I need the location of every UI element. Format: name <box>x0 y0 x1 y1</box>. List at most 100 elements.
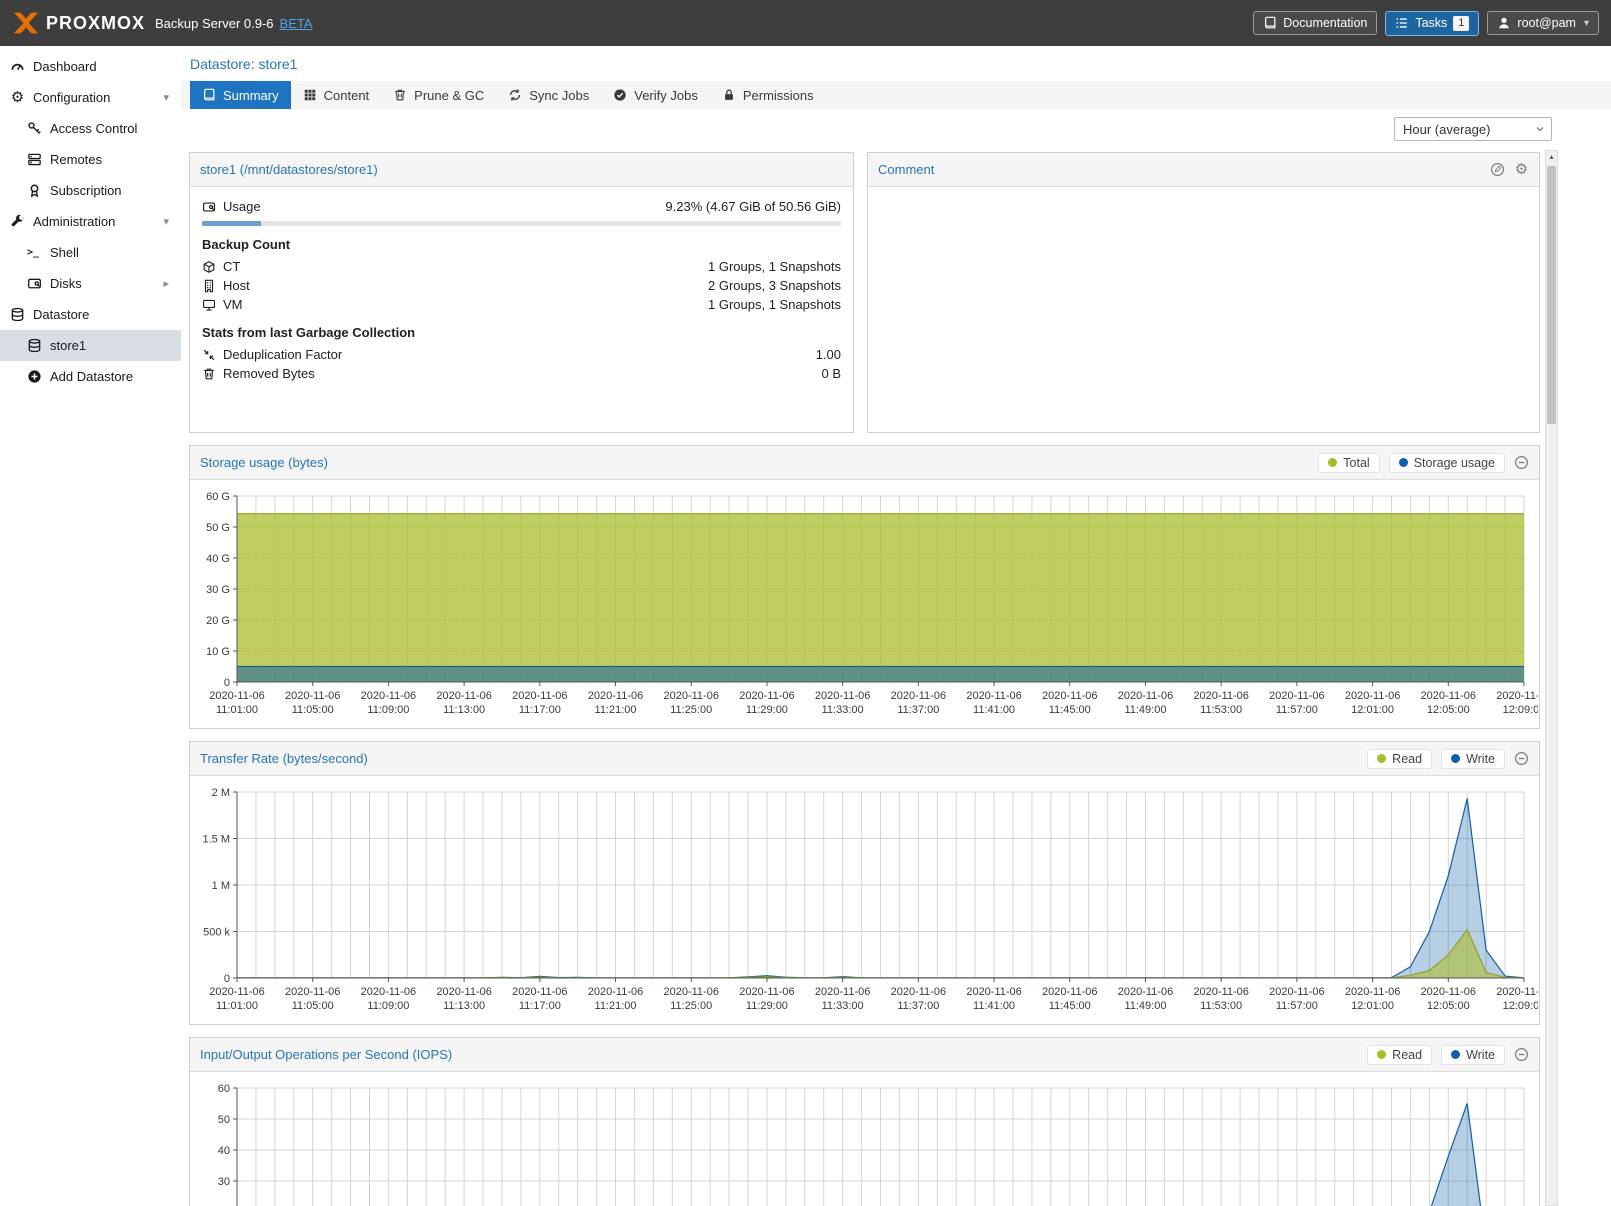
terminal-icon: >_ <box>27 245 42 260</box>
scroll-thumb[interactable] <box>1547 166 1556 424</box>
svg-text:30: 30 <box>218 1176 230 1188</box>
vm-row: VM 1 Groups, 1 Snapshots <box>202 295 841 314</box>
subscription-icon <box>27 183 42 198</box>
vm-label: VM <box>223 297 243 312</box>
panel-header: store1 (/mnt/datastores/store1) <box>190 153 853 187</box>
book-icon <box>202 88 216 102</box>
sidebar-label: Add Datastore <box>50 369 133 384</box>
legend-write[interactable]: Write <box>1441 1045 1505 1065</box>
svg-text:0: 0 <box>224 973 230 985</box>
compress-arrows-icon <box>202 348 216 362</box>
vm-value: 1 Groups, 1 Snapshots <box>708 297 841 312</box>
sidebar-item-subscription[interactable]: Subscription <box>0 175 181 206</box>
svg-text:2020-11-06: 2020-11-06 <box>1118 986 1173 998</box>
tab-content[interactable]: Content <box>291 81 382 109</box>
tab-sync-jobs[interactable]: Sync Jobs <box>496 81 601 109</box>
edit-comment-icon[interactable] <box>1490 162 1505 177</box>
storage-usage-panel: Storage usage (bytes) Total Storage usag… <box>189 445 1540 729</box>
time-range-select[interactable]: Hour (average) <box>1394 117 1552 141</box>
legend-total[interactable]: Total <box>1318 453 1379 473</box>
sidebar-item-shell[interactable]: >_ Shell <box>0 237 181 268</box>
documentation-button[interactable]: Documentation <box>1253 11 1377 35</box>
svg-text:11:01:00: 11:01:00 <box>216 1000 258 1012</box>
sidebar-label: Shell <box>50 245 79 260</box>
legend-read[interactable]: Read <box>1367 1045 1432 1065</box>
panel-header: Transfer Rate (bytes/second) Read Write <box>190 742 1539 776</box>
tab-permissions[interactable]: Permissions <box>710 81 826 109</box>
host-label: Host <box>223 278 250 293</box>
beta-link[interactable]: BETA <box>280 16 313 31</box>
collapse-panel-icon[interactable] <box>1514 1047 1529 1062</box>
sidebar: Dashboard ⚙ Configuration ▾ Access Contr… <box>0 46 181 1206</box>
vertical-scrollbar[interactable]: ▲ <box>1545 150 1558 1206</box>
collapse-panel-icon[interactable] <box>1514 455 1529 470</box>
legend-dot <box>1399 458 1408 467</box>
time-range-value: Hour (average) <box>1403 122 1490 137</box>
sync-icon <box>508 88 522 102</box>
tab-label: Verify Jobs <box>634 88 698 103</box>
cube-icon <box>202 260 216 274</box>
backup-count-header: Backup Count <box>202 237 841 252</box>
legend-read[interactable]: Read <box>1367 749 1432 769</box>
comment-content[interactable] <box>868 187 1539 207</box>
svg-text:12:09:00: 12:09:00 <box>1503 704 1538 716</box>
removed-bytes-value: 0 B <box>821 366 841 381</box>
user-label: root@pam <box>1517 16 1576 30</box>
svg-text:1 M: 1 M <box>212 880 230 892</box>
sidebar-label: Disks <box>50 276 82 291</box>
svg-text:11:49:00: 11:49:00 <box>1124 704 1166 716</box>
tab-summary[interactable]: Summary <box>190 81 291 109</box>
tab-label: Permissions <box>743 88 814 103</box>
sidebar-item-access-control[interactable]: Access Control <box>0 113 181 144</box>
sidebar-item-dashboard[interactable]: Dashboard <box>0 51 181 82</box>
svg-text:2020-11-06: 2020-11-06 <box>285 690 340 702</box>
sidebar-item-administration[interactable]: Administration ▾ <box>0 206 181 237</box>
legend-storage-usage[interactable]: Storage usage <box>1389 453 1505 473</box>
svg-text:2020-11-06: 2020-11-06 <box>285 986 340 998</box>
svg-text:2020-11-06: 2020-11-06 <box>891 690 946 702</box>
svg-text:2020-11-06: 2020-11-06 <box>1345 986 1400 998</box>
chevron-down-icon: ▾ <box>163 215 169 228</box>
svg-text:11:33:00: 11:33:00 <box>822 1000 864 1012</box>
legend-label: Read <box>1392 752 1422 766</box>
tab-verify-jobs[interactable]: Verify Jobs <box>601 81 710 109</box>
sidebar-label: Access Control <box>50 121 137 136</box>
svg-text:11:49:00: 11:49:00 <box>1124 1000 1166 1012</box>
sidebar-item-datastore[interactable]: Datastore <box>0 299 181 330</box>
legend-label: Write <box>1466 1048 1495 1062</box>
legend-write[interactable]: Write <box>1441 749 1505 769</box>
monitor-icon <box>202 298 216 312</box>
plus-circle-icon <box>27 369 42 384</box>
tab-prune-gc[interactable]: Prune & GC <box>381 81 496 109</box>
sidebar-item-store1[interactable]: store1 <box>0 330 181 361</box>
logo-text: PROXMOX <box>46 13 145 34</box>
sidebar-label: Subscription <box>50 183 122 198</box>
sidebar-item-remotes[interactable]: Remotes <box>0 144 181 175</box>
gear-icon[interactable]: ⚙ <box>1514 162 1529 177</box>
user-menu-button[interactable]: root@pam ▾ <box>1487 11 1599 35</box>
comment-panel: Comment ⚙ <box>867 152 1540 433</box>
sidebar-item-configuration[interactable]: ⚙ Configuration ▾ <box>0 82 181 113</box>
user-icon <box>1497 16 1511 30</box>
scroll-up-arrow[interactable]: ▲ <box>1546 151 1557 164</box>
svg-text:2020-11-06: 2020-11-06 <box>1042 690 1097 702</box>
tasks-button[interactable]: Tasks 1 <box>1385 11 1479 36</box>
svg-text:2020-11-06: 2020-11-06 <box>739 986 794 998</box>
svg-text:2020-11-06: 2020-11-06 <box>209 986 264 998</box>
svg-text:11:37:00: 11:37:00 <box>897 1000 939 1012</box>
sidebar-label: Datastore <box>33 307 89 322</box>
collapse-panel-icon[interactable] <box>1514 751 1529 766</box>
host-row: Host 2 Groups, 3 Snapshots <box>202 276 841 295</box>
svg-text:11:53:00: 11:53:00 <box>1200 704 1242 716</box>
sidebar-item-disks[interactable]: Disks ▸ <box>0 268 181 299</box>
chevron-down-icon <box>1535 124 1545 134</box>
svg-text:12:05:00: 12:05:00 <box>1427 704 1470 716</box>
ct-label: CT <box>223 259 240 274</box>
sidebar-item-add-datastore[interactable]: Add Datastore <box>0 361 181 392</box>
svg-text:11:17:00: 11:17:00 <box>519 1000 561 1012</box>
svg-text:11:05:00: 11:05:00 <box>292 704 334 716</box>
svg-text:2020-11-06: 2020-11-06 <box>588 690 643 702</box>
svg-text:2020-11-06: 2020-11-06 <box>1269 986 1324 998</box>
content-area: store1 (/mnt/datastores/store1) Usage 9.… <box>189 152 1540 1206</box>
svg-text:2 M: 2 M <box>212 787 230 799</box>
